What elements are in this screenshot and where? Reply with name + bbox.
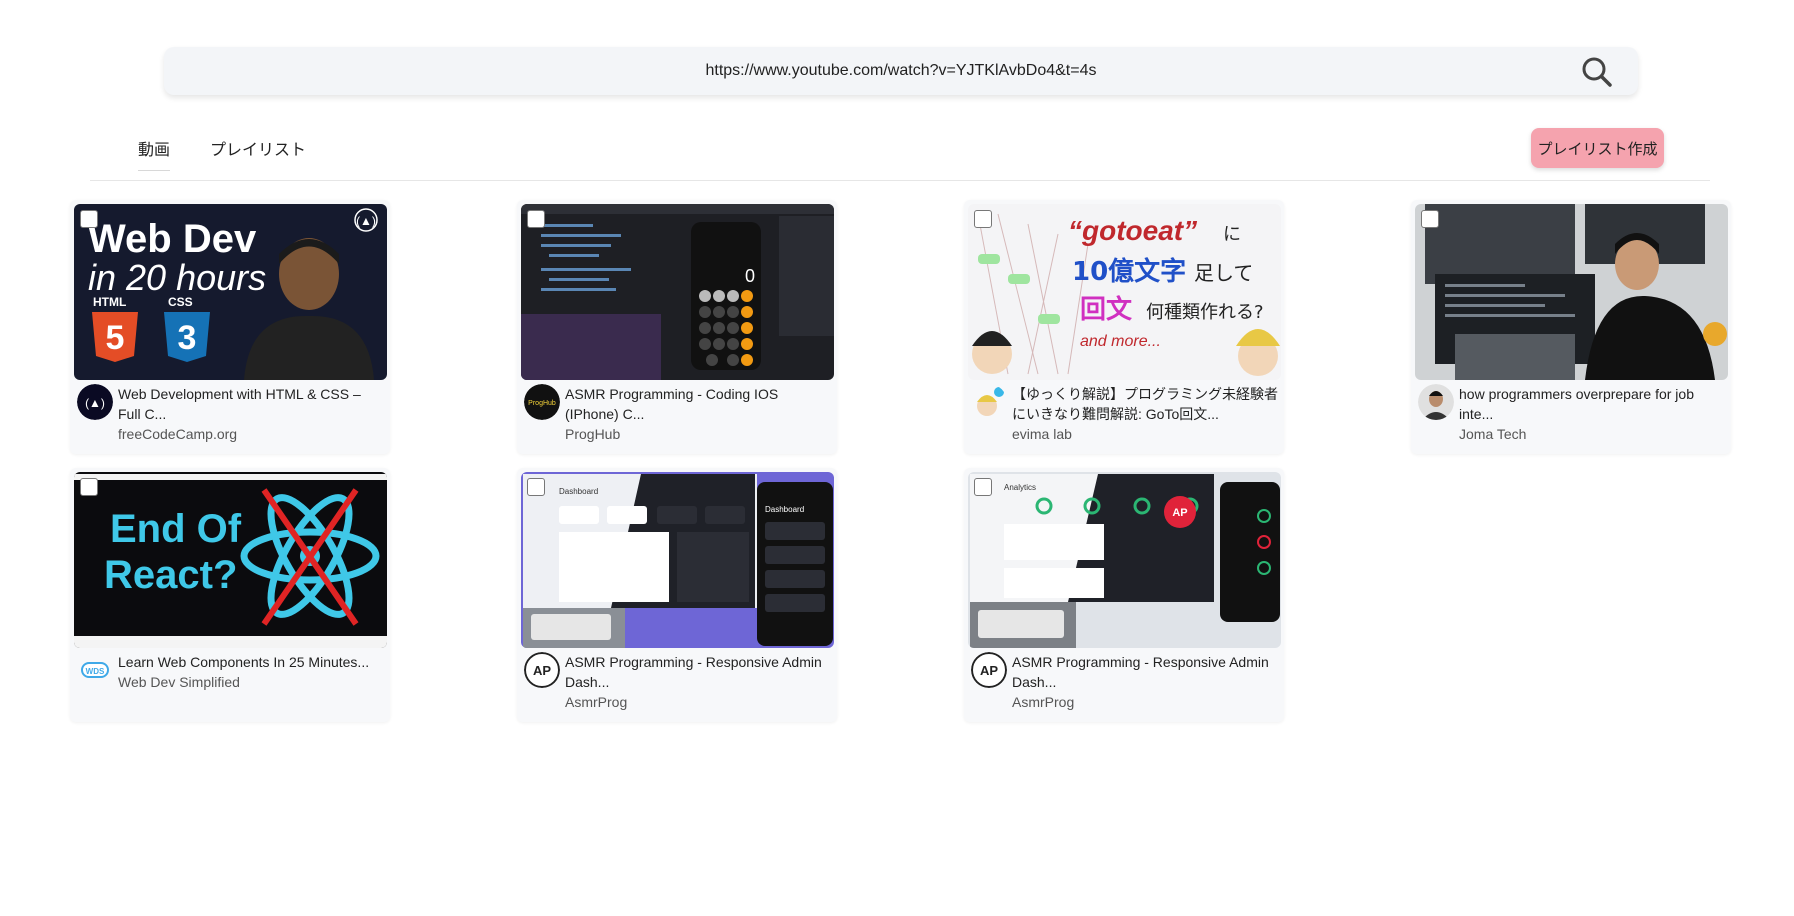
channel-avatar[interactable]: ProgHub [524,384,560,420]
select-checkbox[interactable] [527,478,545,496]
url-input[interactable] [164,47,1638,95]
select-checkbox[interactable] [527,210,545,228]
tab-playlists[interactable]: プレイリスト [210,136,306,171]
select-checkbox[interactable] [974,210,992,228]
svg-text:AP: AP [980,663,998,678]
svg-text:(▲): (▲) [85,396,105,410]
thumb-text: 足して [1194,261,1253,285]
thumb-text: Analytics [1004,483,1036,492]
thumb-text: Dashboard [559,487,598,496]
search-button[interactable] [1580,55,1614,89]
select-checkbox[interactable] [80,210,98,228]
select-checkbox[interactable] [1421,210,1439,228]
channel-avatar[interactable]: WDS [77,652,113,688]
channel-name[interactable]: AsmrProg [565,692,627,712]
video-title[interactable]: Web Development with HTML & CSS – Full C… [118,384,384,424]
video-thumbnail[interactable]: Analytics AP [968,472,1281,648]
video-title[interactable]: ASMR Programming - Coding IOS (IPhone) C… [565,384,831,424]
video-thumbnail[interactable]: Dashboard Dashboard [521,472,834,648]
channel-avatar[interactable] [971,384,1007,420]
select-checkbox[interactable] [974,478,992,496]
video-thumbnail[interactable]: 0 [521,204,834,380]
svg-text:3: 3 [178,319,197,357]
thumb-text: Dashboard [765,505,804,514]
channel-avatar[interactable] [1418,384,1454,420]
video-title[interactable]: ASMR Programming - Responsive Admin Dash… [565,652,831,692]
thumb-text: 10億文字 [1072,256,1186,287]
select-checkbox[interactable] [80,478,98,496]
channel-name[interactable]: ProgHub [565,424,620,444]
video-card[interactable]: “gotoeat” に 10億文字 足して 回文 何種類作れる? and mor… [964,200,1284,454]
channel-avatar[interactable]: AP [971,652,1007,688]
svg-text:AP: AP [1172,507,1187,519]
tab-bar: 動画 プレイリスト [138,136,306,171]
search-bar [164,47,1638,95]
thumb-text: in 20 hours [88,257,266,298]
svg-text:(▲): (▲) [356,214,376,228]
video-thumbnail[interactable] [1415,204,1728,380]
svg-text:AP: AP [533,663,551,678]
video-card[interactable]: Analytics AP AP ASMR Programming - Respo… [964,468,1284,722]
divider [90,180,1710,181]
thumb-text: and more... [1080,333,1161,350]
video-thumbnail[interactable]: Web Dev in 20 hours HTML CSS 5 3 (▲) [74,204,387,380]
channel-avatar[interactable]: AP [524,652,560,688]
thumb-text: Web Dev [88,217,257,261]
thumb-text: WDS [86,667,105,676]
video-card[interactable]: End Of React? WDS Learn Web Components I… [70,468,390,722]
thumb-text: End Of [110,507,242,551]
thumb-text: “gotoeat” [1068,215,1197,246]
tab-videos[interactable]: 動画 [138,136,171,171]
channel-name[interactable]: evima lab [1012,424,1072,444]
video-title[interactable]: ASMR Programming - Responsive Admin Dash… [1012,652,1278,692]
thumb-text: HTML [93,295,126,309]
channel-avatar[interactable]: (▲) [77,384,113,420]
thumb-text: React? [104,553,237,597]
video-thumbnail[interactable]: End Of React? [74,472,387,648]
thumb-text: 0 [745,266,755,286]
channel-name[interactable]: Joma Tech [1459,424,1526,444]
channel-name[interactable]: Web Dev Simplified [118,672,240,692]
search-icon [1582,57,1612,87]
channel-name[interactable]: AsmrProg [1012,692,1074,712]
thumb-text: ProgHub [528,400,556,407]
thumb-text: に [1223,224,1241,245]
thumb-text: 回文 [1080,294,1133,325]
video-card[interactable]: Dashboard Dashboard AP ASMR Programming … [517,468,837,722]
create-playlist-button[interactable]: プレイリスト作成 [1531,128,1664,168]
video-title[interactable]: how programmers overprepare for job inte… [1459,384,1725,424]
video-card[interactable]: Web Dev in 20 hours HTML CSS 5 3 (▲) (▲)… [70,200,390,454]
thumb-text: 何種類作れる? [1146,302,1264,323]
video-title[interactable]: 【ゆっくり解説】プログラミング未経験者にいきなり難問解説: GoTo回文... [1012,384,1278,424]
video-card[interactable]: 0 ProgHub ASMR Programming - Coding IOS … [517,200,837,454]
video-thumbnail[interactable]: “gotoeat” に 10億文字 足して 回文 何種類作れる? and mor… [968,204,1281,380]
channel-name[interactable]: freeCodeCamp.org [118,424,237,444]
video-card[interactable]: how programmers overprepare for job inte… [1411,200,1731,454]
video-title[interactable]: Learn Web Components In 25 Minutes... [118,652,384,672]
thumb-text: CSS [168,295,193,309]
svg-text:5: 5 [106,319,125,357]
